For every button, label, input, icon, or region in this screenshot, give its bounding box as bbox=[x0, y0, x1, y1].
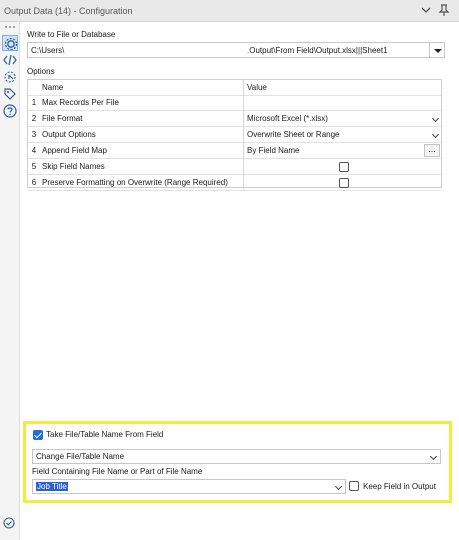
field-containing-label: Field Containing File Name or Part of Fi… bbox=[32, 467, 203, 476]
skip-field-names-checkbox[interactable] bbox=[339, 162, 349, 172]
table-row[interactable]: 5 Skip Field Names bbox=[28, 159, 441, 175]
row-number: 6 bbox=[31, 178, 37, 187]
file-format-select[interactable]: Microsoft Excel (*.xlsx) bbox=[243, 111, 441, 127]
row-name: Append Field Map bbox=[42, 146, 107, 155]
title-bar: Output Data (14) - Configuration bbox=[0, 0, 459, 22]
path-right-text: .Output\From Field\Output.xlsx|||Sheet1 bbox=[247, 46, 388, 55]
preserve-formatting-cell bbox=[243, 175, 441, 191]
chevron-down-icon bbox=[334, 482, 343, 491]
table-row[interactable]: 4 Append Field Map By Field Name ... bbox=[28, 143, 441, 159]
config-sidebar bbox=[0, 22, 20, 540]
max-records-input[interactable] bbox=[243, 95, 441, 111]
gear-icon[interactable] bbox=[2, 35, 18, 51]
output-options-select[interactable]: Overwrite Sheet or Range bbox=[243, 127, 441, 143]
field-name-select[interactable]: Job Title bbox=[32, 479, 346, 494]
row-name: Max Records Per File bbox=[42, 98, 119, 107]
ellipsis-button[interactable]: ... bbox=[424, 144, 440, 157]
table-row[interactable]: 3 Output Options Overwrite Sheet or Rang… bbox=[28, 127, 441, 143]
skip-field-names-cell bbox=[243, 159, 441, 175]
pin-icon[interactable] bbox=[437, 3, 451, 17]
row-value: Overwrite Sheet or Range bbox=[247, 130, 340, 139]
row-name: File Format bbox=[42, 114, 83, 123]
output-path-field[interactable]: C:\Users\ .Output\From Field\Output.xlsx… bbox=[27, 42, 430, 58]
append-field-map-value[interactable]: By Field Name ... bbox=[243, 143, 441, 159]
row-name: Preserve Formatting on Overwrite (Range … bbox=[42, 178, 228, 187]
highlight-frame: Take File/Table Name From Field Change F… bbox=[23, 421, 452, 503]
name-mode-value: Change File/Table Name bbox=[36, 452, 125, 461]
row-number: 3 bbox=[31, 130, 37, 139]
keep-field-checkbox[interactable] bbox=[349, 481, 359, 491]
row-number: 4 bbox=[31, 146, 37, 155]
row-name: Skip Field Names bbox=[42, 162, 105, 171]
cursor-icon[interactable] bbox=[2, 69, 18, 85]
path-dropdown-button[interactable] bbox=[429, 42, 445, 58]
chevron-down-icon bbox=[431, 130, 440, 139]
window-title: Output Data (14) - Configuration bbox=[4, 6, 133, 16]
field-name-value: Job Title bbox=[36, 482, 68, 491]
take-name-checkbox[interactable] bbox=[33, 430, 43, 440]
options-label: Options bbox=[27, 67, 55, 76]
table-row[interactable]: 2 File Format Microsoft Excel (*.xlsx) bbox=[28, 111, 441, 127]
xml-icon[interactable] bbox=[2, 52, 18, 68]
chevron-down-icon bbox=[429, 452, 438, 461]
row-number: 1 bbox=[31, 98, 37, 107]
row-value: Microsoft Excel (*.xlsx) bbox=[247, 114, 328, 123]
grid-header-row: Name Value bbox=[28, 80, 441, 96]
drag-handle-icon[interactable] bbox=[4, 24, 16, 31]
row-value: By Field Name bbox=[247, 146, 300, 155]
column-header-value: Value bbox=[243, 80, 441, 96]
tag-icon[interactable] bbox=[2, 86, 18, 102]
row-name: Output Options bbox=[42, 130, 96, 139]
chevron-down-icon[interactable] bbox=[419, 3, 433, 17]
row-number: 5 bbox=[31, 162, 37, 171]
take-name-label: Take File/Table Name From Field bbox=[46, 430, 164, 439]
check-circle-icon bbox=[3, 517, 15, 529]
name-mode-select[interactable]: Change File/Table Name bbox=[32, 449, 441, 464]
chevron-down-icon bbox=[431, 114, 440, 123]
preserve-formatting-checkbox[interactable] bbox=[339, 178, 349, 188]
path-left-text: C:\Users\ bbox=[31, 46, 65, 55]
options-grid: Name Value 1 Max Records Per File 2 File… bbox=[27, 79, 442, 191]
row-number: 2 bbox=[31, 114, 37, 123]
table-row[interactable]: 1 Max Records Per File bbox=[28, 95, 441, 111]
keep-field-label: Keep Field in Output bbox=[363, 482, 436, 491]
table-row[interactable]: 6 Preserve Formatting on Overwrite (Rang… bbox=[28, 175, 441, 191]
help-icon[interactable] bbox=[2, 103, 18, 119]
column-header-name: Name bbox=[42, 83, 64, 92]
write-to-label: Write to File or Database bbox=[27, 30, 116, 39]
